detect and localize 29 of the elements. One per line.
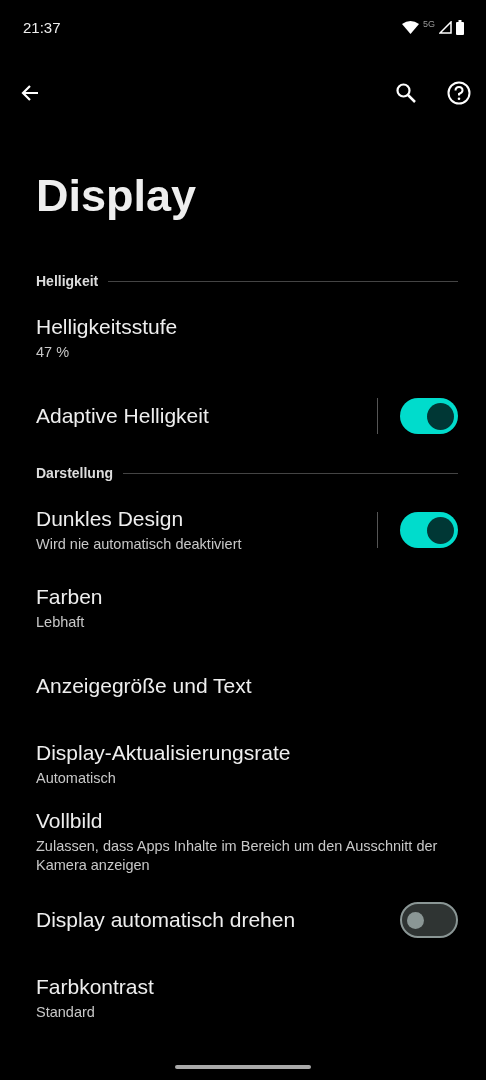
setting-summary: Automatisch	[36, 768, 117, 788]
section-header: Helligkeit	[36, 273, 99, 289]
setting-summary: Wird nie automatisch deaktiviert	[36, 534, 243, 554]
toggle-switch[interactable]	[400, 902, 458, 938]
setting-title[interactable]: Display-Aktualisierungsrate	[36, 740, 458, 765]
signal-icon	[439, 20, 452, 34]
setting-title[interactable]: Adaptive Helligkeit	[36, 404, 377, 428]
clock: 21:37	[23, 18, 62, 36]
setting-title[interactable]: Anzeigegröße und Text	[36, 674, 458, 698]
battery-icon	[456, 19, 464, 35]
setting-title[interactable]: Display automatisch drehen	[36, 908, 400, 932]
section-header: Darstellung	[36, 465, 113, 481]
setting-summary: Zulassen, dass Apps Inhalte im Bereich um den Ausschnitt der Kamera anzeigen	[36, 837, 439, 875]
setting-title[interactable]: Helligkeitsstufe	[36, 314, 458, 339]
setting-summary: Lebhaft	[36, 612, 86, 632]
setting-title[interactable]: Dunkles Design	[36, 506, 377, 531]
page-title: Display	[36, 169, 198, 223]
setting-title[interactable]: Farben	[36, 584, 458, 609]
setting-title[interactable]: Vollbild	[36, 809, 458, 833]
network-type: 5G	[423, 19, 435, 29]
wifi-icon	[402, 20, 419, 34]
setting-summary: Standard	[36, 1002, 96, 1022]
help-button[interactable]	[446, 80, 472, 106]
navigation-handle[interactable]	[175, 1065, 311, 1069]
search-button[interactable]	[394, 81, 418, 105]
setting-title[interactable]: Farbkontrast	[36, 974, 458, 999]
toggle-switch[interactable]	[400, 512, 458, 548]
toggle-switch[interactable]	[400, 398, 458, 434]
setting-summary: 47 %	[36, 342, 71, 362]
